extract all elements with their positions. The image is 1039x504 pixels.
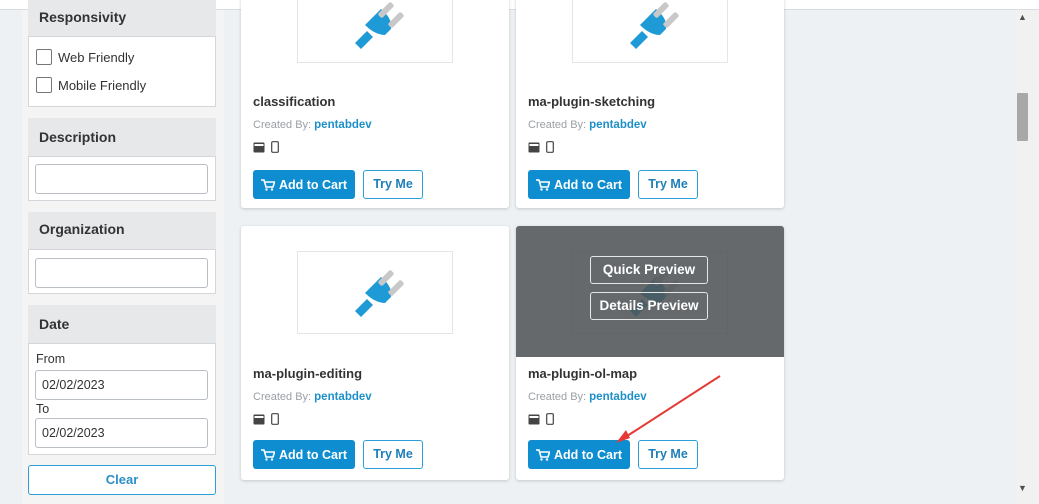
add-to-cart-button[interactable]: Add to Cart (528, 170, 630, 199)
created-by: Created By: pentabdev (253, 119, 372, 131)
from-label: From (36, 352, 66, 366)
platform-icons (253, 141, 279, 153)
cart-icon (260, 448, 275, 461)
organization-input[interactable] (35, 258, 208, 288)
author-link[interactable]: pentabdev (314, 391, 372, 403)
vertical-scrollbar[interactable] (1016, 10, 1039, 504)
description-input[interactable] (35, 164, 208, 194)
platform-icons (528, 141, 554, 153)
date-heading: Date (28, 305, 216, 343)
add-to-cart-label: Add to Cart (278, 447, 348, 462)
plug-icon (355, 2, 404, 49)
author-link[interactable]: pentabdev (589, 119, 647, 131)
to-date-input[interactable]: 02/02/2023 (35, 418, 208, 448)
card-title[interactable]: ma-plugin-editing (253, 366, 362, 381)
scrollbar-thumb[interactable] (1017, 93, 1028, 141)
desktop-icon (528, 414, 540, 424)
date-panel: From 02/02/2023 To 02/02/2023 (28, 343, 216, 455)
plugin-thumbnail[interactable] (297, 251, 453, 334)
plug-icon (630, 2, 679, 49)
platform-icons (528, 413, 554, 425)
add-to-cart-label: Add to Cart (553, 177, 623, 192)
mobile-icon (546, 141, 554, 153)
mobile-icon (546, 413, 554, 425)
desktop-icon (528, 142, 540, 152)
description-heading: Description (28, 118, 216, 156)
mobile-friendly-label: Mobile Friendly (58, 77, 147, 93)
description-panel (28, 156, 216, 201)
created-by: Created By: pentabdev (528, 119, 647, 131)
card-title[interactable]: ma-plugin-sketching (528, 94, 655, 109)
clear-button[interactable]: Clear (28, 465, 216, 495)
responsivity-panel: Web Friendly Mobile Friendly (28, 36, 216, 107)
try-me-button[interactable]: Try Me (363, 440, 423, 469)
quick-preview-button[interactable]: Quick Preview (590, 256, 708, 284)
try-me-button[interactable]: Try Me (363, 170, 423, 199)
created-by-label: Created By: (253, 119, 312, 131)
cart-icon (535, 448, 550, 461)
plugin-thumbnail[interactable] (572, 0, 728, 63)
details-preview-button[interactable]: Details Preview (590, 292, 708, 320)
card-title[interactable]: classification (253, 94, 335, 109)
created-by-label: Created By: (253, 391, 312, 403)
responsivity-heading: Responsivity (28, 0, 216, 36)
created-by: Created By: pentabdev (253, 391, 372, 403)
desktop-icon (253, 142, 265, 152)
mobile-friendly-checkbox[interactable] (36, 77, 52, 93)
preview-overlay: Quick Preview Details Preview (516, 226, 784, 357)
plug-icon (355, 269, 404, 317)
cart-icon (535, 178, 550, 191)
cart-icon (260, 178, 275, 191)
scroll-up-icon[interactable]: ▲ (1018, 12, 1027, 22)
platform-icons (253, 413, 279, 425)
web-friendly-checkbox[interactable] (36, 49, 52, 65)
from-date-input[interactable]: 02/02/2023 (35, 370, 208, 400)
plugin-card[interactable]: ma-plugin-editing Created By: pentabdev … (241, 226, 509, 480)
plugin-thumbnail[interactable] (297, 0, 453, 63)
scroll-down-icon[interactable]: ▼ (1018, 483, 1027, 493)
try-me-button[interactable]: Try Me (638, 170, 698, 199)
annotation-arrow (616, 375, 721, 443)
mobile-icon (271, 413, 279, 425)
add-to-cart-button[interactable]: Add to Cart (253, 170, 355, 199)
organization-heading: Organization (28, 212, 216, 249)
desktop-icon (253, 414, 265, 424)
web-friendly-label: Web Friendly (58, 49, 135, 65)
created-by-label: Created By: (528, 119, 587, 131)
plugin-card[interactable]: ma-plugin-sketching Created By: pentabde… (516, 0, 784, 208)
mobile-icon (271, 141, 279, 153)
plugin-card[interactable]: classification Created By: pentabdev Add… (241, 0, 509, 208)
to-label: To (36, 402, 50, 416)
mobile-friendly-option[interactable]: Mobile Friendly (36, 77, 146, 93)
author-link[interactable]: pentabdev (314, 119, 372, 131)
add-to-cart-button[interactable]: Add to Cart (253, 440, 355, 469)
web-friendly-option[interactable]: Web Friendly (36, 49, 134, 65)
organization-panel (28, 249, 216, 294)
created-by-label: Created By: (528, 391, 587, 403)
add-to-cart-label: Add to Cart (278, 177, 348, 192)
